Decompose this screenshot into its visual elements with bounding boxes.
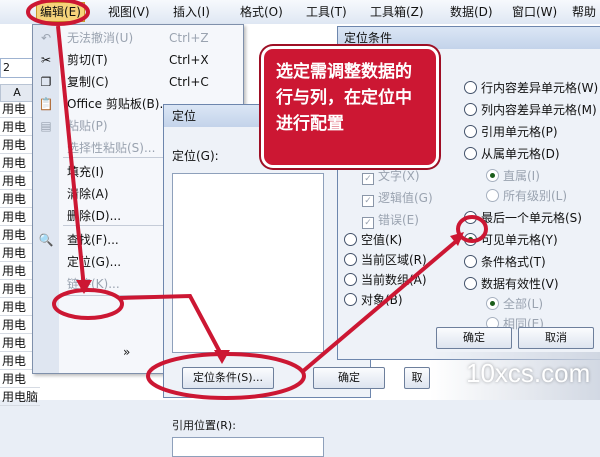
arrow-edit-to-goto bbox=[56, 25, 86, 289]
highlight-edit-menu bbox=[26, 0, 90, 26]
ref-label: 引用位置(R): bbox=[172, 419, 236, 432]
highlight-visible-cells bbox=[456, 215, 488, 243]
highlight-goto-item bbox=[52, 288, 124, 320]
ref-input[interactable] bbox=[172, 437, 324, 457]
arrowhead-special bbox=[214, 350, 230, 364]
arrow-goto-to-special bbox=[119, 293, 224, 357]
callout-annotation: 选定需调整数据的行与列，在定位中进行配置 bbox=[261, 46, 439, 168]
watermark-text: 10xcs.com bbox=[466, 358, 591, 388]
highlight-special-button bbox=[146, 352, 306, 400]
